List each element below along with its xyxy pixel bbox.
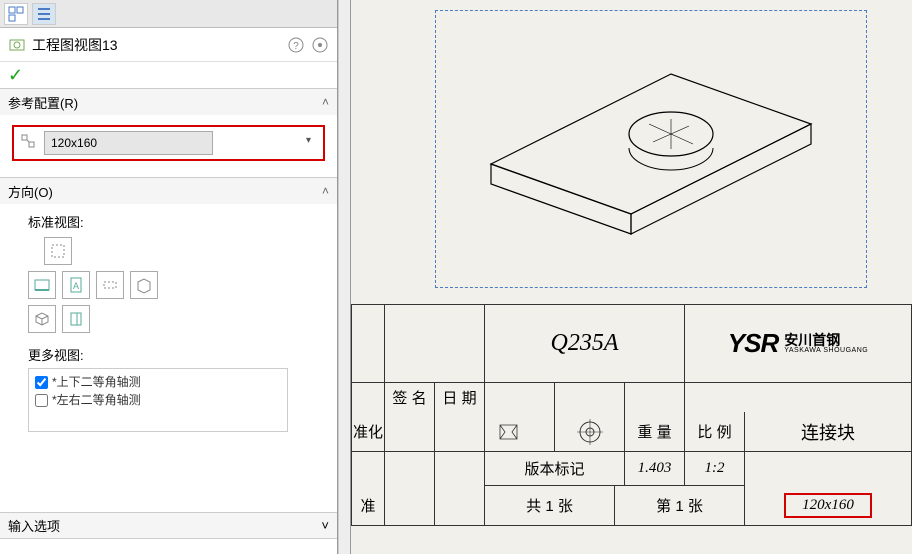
pin-button[interactable]	[311, 36, 329, 54]
view-iso-button[interactable]	[28, 305, 56, 333]
config-icon	[20, 133, 38, 154]
reference-config-label: 参考配置(R)	[8, 93, 78, 112]
partname-cell: 连接块	[745, 412, 912, 452]
config-dropdown[interactable]	[44, 131, 317, 155]
view-dimetric-button[interactable]	[62, 305, 90, 333]
title-block: Q235A YSR 安川首钢 YASKAWA SHOUGANG 签 名 日 期 …	[351, 304, 912, 554]
more-view-item-0[interactable]: *上下二等角轴测	[35, 373, 281, 391]
panel-title: 工程图视图13	[28, 35, 287, 55]
help-button[interactable]: ?	[287, 36, 305, 54]
weight-label: 重 量	[625, 412, 685, 452]
config-value-cell: 120x160	[745, 486, 912, 526]
rev-weight: 1.403	[625, 452, 685, 486]
sign-label: 签 名	[385, 383, 435, 413]
std-label: 准化	[351, 412, 385, 452]
tab-property-manager[interactable]	[32, 3, 56, 25]
projection-icon-cell	[485, 412, 555, 452]
more-views-list[interactable]: *上下二等角轴测 *左右二等角轴测	[28, 368, 288, 432]
material-cell: Q235A	[485, 305, 685, 383]
tree-icon	[8, 6, 24, 22]
orientation-label: 方向(O)	[8, 182, 53, 201]
confirm-row: ✓	[0, 62, 337, 88]
chevron-down-icon: ˅	[321, 518, 329, 533]
view-left-button[interactable]	[96, 271, 124, 299]
approve-label: 准	[351, 486, 385, 526]
config-select-input[interactable]	[44, 131, 213, 155]
svg-text:?: ?	[293, 41, 299, 52]
tab-feature-manager[interactable]	[4, 3, 28, 25]
view-right-button[interactable]: A	[62, 271, 90, 299]
more-view-check-0[interactable]	[35, 376, 48, 389]
config-value-highlight: 120x160	[784, 493, 872, 518]
panel-header: 工程图视图13 ?	[0, 28, 337, 62]
ok-check-icon[interactable]: ✓	[8, 65, 23, 86]
config-highlight-box	[12, 125, 325, 161]
chevron-up-icon: ˄	[322, 184, 329, 198]
drawing-canvas: Q235A YSR 安川首钢 YASKAWA SHOUGANG 签 名 日 期 …	[350, 0, 912, 554]
date-label: 日 期	[435, 383, 485, 413]
orientation-section: 方向(O) ˄ 标准视图: A	[0, 177, 337, 440]
target-icon-cell	[555, 412, 625, 452]
scale-label: 比 例	[685, 412, 745, 452]
property-panel: 工程图视图13 ? ✓ 参考配置(R) ˄	[0, 0, 338, 554]
input-options-label: 输入选项	[8, 516, 60, 535]
list-icon	[36, 6, 52, 22]
more-view-check-1[interactable]	[35, 394, 48, 407]
isometric-part-view	[471, 34, 831, 264]
more-view-item-1[interactable]: *左右二等角轴测	[35, 391, 281, 409]
input-options-header[interactable]: 输入选项 ˅	[0, 512, 337, 538]
chevron-up-icon: ˄	[322, 95, 329, 109]
view-back-button[interactable]	[130, 271, 158, 299]
sheet-total: 共 1 张	[485, 486, 615, 526]
sheet-current: 第 1 张	[615, 486, 745, 526]
view-front-button[interactable]	[44, 237, 72, 265]
panel-tabs	[0, 0, 337, 28]
reference-config-header[interactable]: 参考配置(R) ˄	[0, 89, 337, 115]
panel-scrollbar[interactable]	[338, 0, 350, 554]
svg-text:A: A	[73, 281, 79, 291]
logo-cell: YSR 安川首钢 YASKAWA SHOUGANG	[685, 305, 912, 383]
canvas-area[interactable]	[351, 0, 912, 304]
rev-scale: 1:2	[685, 452, 745, 486]
standard-views-label: 标准视图:	[12, 212, 325, 231]
rev-label: 版本标记	[485, 452, 625, 486]
view-top-button[interactable]	[28, 271, 56, 299]
drawing-view-icon	[8, 36, 28, 54]
reference-config-section: 参考配置(R) ˄	[0, 88, 337, 177]
orientation-header[interactable]: 方向(O) ˄	[0, 178, 337, 204]
more-views-label: 更多视图:	[12, 339, 325, 368]
